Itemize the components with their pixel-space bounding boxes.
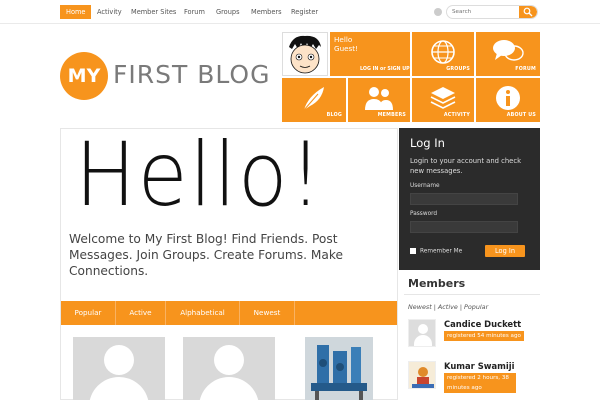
nav-register[interactable]: Register <box>291 5 318 19</box>
nav-activity[interactable]: Activity <box>97 5 122 19</box>
machinery-photo[interactable] <box>305 337 373 400</box>
notification-icon[interactable] <box>434 8 442 16</box>
tile-forum-label: FORUM <box>515 67 536 72</box>
members-heading: Members <box>408 277 466 290</box>
globe-icon <box>431 40 455 64</box>
tab-popular[interactable]: Popular <box>61 301 116 325</box>
top-navigation: Home Activity Member Sites Forum Groups … <box>0 0 600 24</box>
tab-newest[interactable]: Newest <box>240 301 295 325</box>
nav-forum[interactable]: Forum <box>184 5 205 19</box>
tile-groups[interactable]: GROUPS <box>412 32 474 76</box>
tile-activity[interactable]: ACTIVITY <box>412 78 474 122</box>
site-title[interactable]: FIRST BLOG <box>113 60 270 89</box>
member-avatar[interactable] <box>408 361 436 389</box>
nav-groups[interactable]: Groups <box>216 5 240 19</box>
username-field[interactable] <box>410 193 518 205</box>
member-filters[interactable]: Newest | Active | Popular <box>408 303 488 311</box>
users-icon <box>365 87 393 110</box>
divider <box>404 294 540 295</box>
member-tabs: Popular Active Alphabetical Newest <box>61 301 397 325</box>
login-description: Login to your account and check new mess… <box>410 157 522 175</box>
search-input[interactable] <box>452 6 518 18</box>
remember-me[interactable]: Remember Me <box>410 248 462 255</box>
guest-avatar <box>282 32 328 76</box>
remember-checkbox[interactable] <box>410 248 416 254</box>
nav-members[interactable]: Members <box>251 5 282 19</box>
search-button[interactable] <box>519 6 537 18</box>
hello-line2: Guest! <box>334 44 358 53</box>
hero-heading: Hello! <box>75 123 324 226</box>
login-title: Log In <box>410 136 445 150</box>
cartoon-face-icon <box>289 35 321 74</box>
tile-blog-label: BLOG <box>326 113 342 118</box>
tile-about-label: ABOUT US <box>506 113 536 118</box>
member-avatar[interactable] <box>408 319 436 347</box>
search-box <box>446 5 538 19</box>
tab-active[interactable]: Active <box>116 301 166 325</box>
hello-line1: Hello <box>334 35 353 44</box>
member-name[interactable]: Kumar Swamiji <box>444 361 515 371</box>
feather-icon <box>303 87 324 111</box>
tile-members[interactable]: MEMBERS <box>348 78 410 122</box>
tile-blog[interactable]: BLOG <box>282 78 346 122</box>
member-name[interactable]: Candice Duckett <box>444 319 521 329</box>
main-content: Hello! Welcome to My First Blog! Find Fr… <box>60 123 398 400</box>
industrial-machine-image <box>305 337 373 400</box>
remember-label: Remember Me <box>420 248 463 255</box>
tab-alphabetical[interactable]: Alphabetical <box>166 301 240 325</box>
info-icon <box>496 86 520 110</box>
deity-image-icon <box>409 362 435 388</box>
member-registered-time: registered 2 hours, 38 minutes ago <box>444 373 516 393</box>
nav-member-sites[interactable]: Member Sites <box>131 5 176 19</box>
tile-groups-label: GROUPS <box>446 67 470 72</box>
chat-bubbles-icon <box>493 40 524 61</box>
tile-forum[interactable]: FORUM <box>476 32 540 76</box>
member-card-avatar[interactable] <box>183 337 275 400</box>
welcome-text: Welcome to My First Blog! Find Friends. … <box>69 232 343 278</box>
member-registered-time: registered 54 minutes ago <box>444 331 524 341</box>
username-label: Username <box>410 183 440 189</box>
login-signup-link[interactable]: LOG IN or SIGN UP <box>360 67 410 72</box>
logo-mark[interactable]: MY <box>60 52 108 100</box>
nav-home[interactable]: Home <box>60 5 92 19</box>
tile-about[interactable]: ABOUT US <box>476 78 540 122</box>
login-widget: Log In Login to your account and check n… <box>399 128 540 270</box>
tile-members-label: MEMBERS <box>377 113 406 118</box>
avatar-placeholder-icon <box>214 345 244 375</box>
password-field[interactable] <box>410 221 518 233</box>
tile-hello[interactable]: Hello Guest! LOG IN or SIGN UP <box>330 32 410 76</box>
member-card-avatar[interactable] <box>73 337 165 400</box>
login-button[interactable]: Log In <box>485 245 525 257</box>
search-icon <box>523 7 533 17</box>
tile-activity-label: ACTIVITY <box>443 113 470 118</box>
avatar-placeholder-icon <box>104 345 134 375</box>
password-label: Password <box>410 211 438 217</box>
layers-icon <box>430 87 456 109</box>
